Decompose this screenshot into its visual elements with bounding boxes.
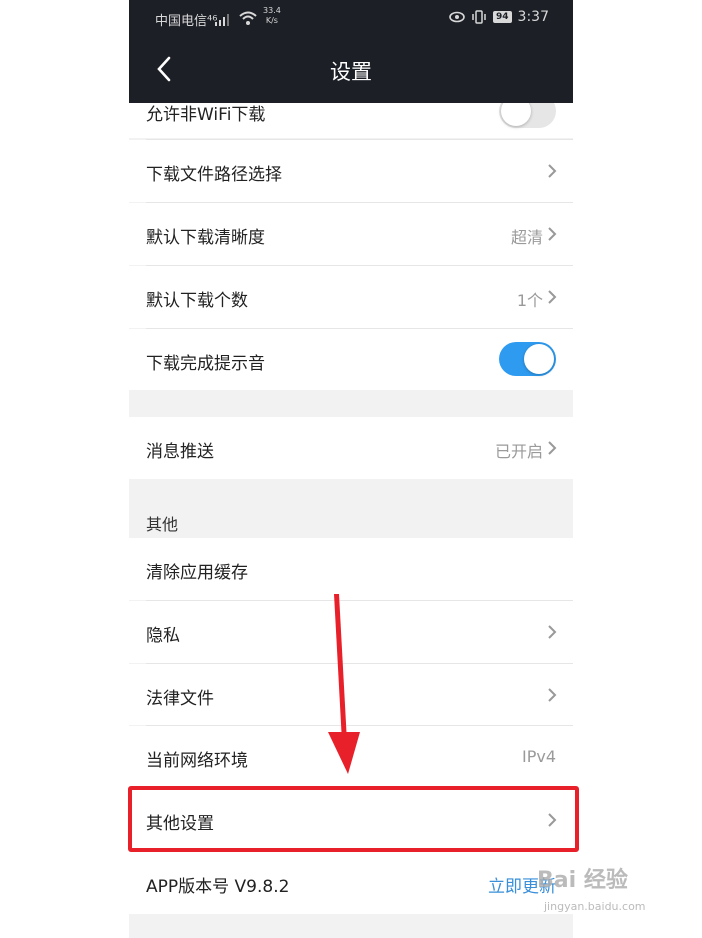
settings-row-download-path[interactable]: 下载文件路径选择 xyxy=(129,140,573,202)
settings-row-push[interactable]: 消息推送 已开启 xyxy=(129,417,573,479)
chevron-right-icon xyxy=(548,441,557,455)
network-speed: 33.4 K/s xyxy=(263,6,281,26)
chevron-right-icon xyxy=(548,688,557,702)
page-title: 设置 xyxy=(330,60,372,84)
download-sound-toggle[interactable] xyxy=(499,342,556,376)
row-label: 默认下载清晰度 xyxy=(146,228,265,248)
chevron-right-icon xyxy=(548,290,557,304)
highlight-box xyxy=(128,786,579,852)
toggle-knob xyxy=(524,344,554,374)
row-label: 下载完成提示音 xyxy=(146,354,265,374)
signal-icon xyxy=(215,14,229,26)
row-label: 当前网络环境 xyxy=(146,751,248,771)
row-value: 1个 xyxy=(516,291,543,310)
row-label: 下载文件路径选择 xyxy=(146,165,282,185)
chevron-right-icon xyxy=(548,164,557,178)
battery-icon: 94 xyxy=(493,11,512,23)
chevron-right-icon xyxy=(548,227,557,241)
row-label: 法律文件 xyxy=(146,689,214,709)
settings-row-clear-cache[interactable]: 清除应用缓存 xyxy=(129,538,573,600)
row-value: IPv4 xyxy=(521,747,556,766)
row-label: 允许非WiFi下载 xyxy=(146,105,266,125)
carrier-name: 中国电信⁴⁶ xyxy=(155,14,218,29)
network-speed-value: 33.4 xyxy=(263,6,281,15)
eye-icon xyxy=(449,11,465,23)
settings-row-version: APP版本号 V9.8.2 立即更新 xyxy=(129,852,573,914)
row-label: 清除应用缓存 xyxy=(146,563,248,583)
settings-row-download-count[interactable]: 默认下载个数 1个 xyxy=(129,266,573,328)
vibrate-icon xyxy=(472,10,486,24)
row-label: 消息推送 xyxy=(146,442,214,462)
status-right: 94 3:37 xyxy=(449,9,549,25)
settings-row-download-sound[interactable]: 下载完成提示音 xyxy=(129,329,573,390)
row-label: 默认下载个数 xyxy=(146,291,248,311)
settings-row-download-quality[interactable]: 默认下载清晰度 超清 xyxy=(129,203,573,265)
baidu-watermark: Bai 经验 xyxy=(537,868,628,893)
chevron-right-icon xyxy=(548,625,557,639)
row-label: 隐私 xyxy=(146,626,180,646)
baidu-watermark-url: jingyan.baidu.com xyxy=(544,900,646,913)
section-header-other: 其他 xyxy=(146,515,179,534)
wifi-icon xyxy=(239,11,257,25)
version-label: APP版本号 V9.8.2 xyxy=(146,877,290,897)
network-speed-unit: K/s xyxy=(265,16,278,25)
annotation-arrow-icon xyxy=(328,594,360,774)
row-value: 超清 xyxy=(510,228,543,247)
clock: 3:37 xyxy=(517,9,549,25)
row-value: 已开启 xyxy=(494,442,543,461)
navigation-bar: 设置 xyxy=(129,38,573,103)
status-bar: 中国电信⁴⁶ 33.4 K/s 94 3:37 xyxy=(129,0,573,38)
